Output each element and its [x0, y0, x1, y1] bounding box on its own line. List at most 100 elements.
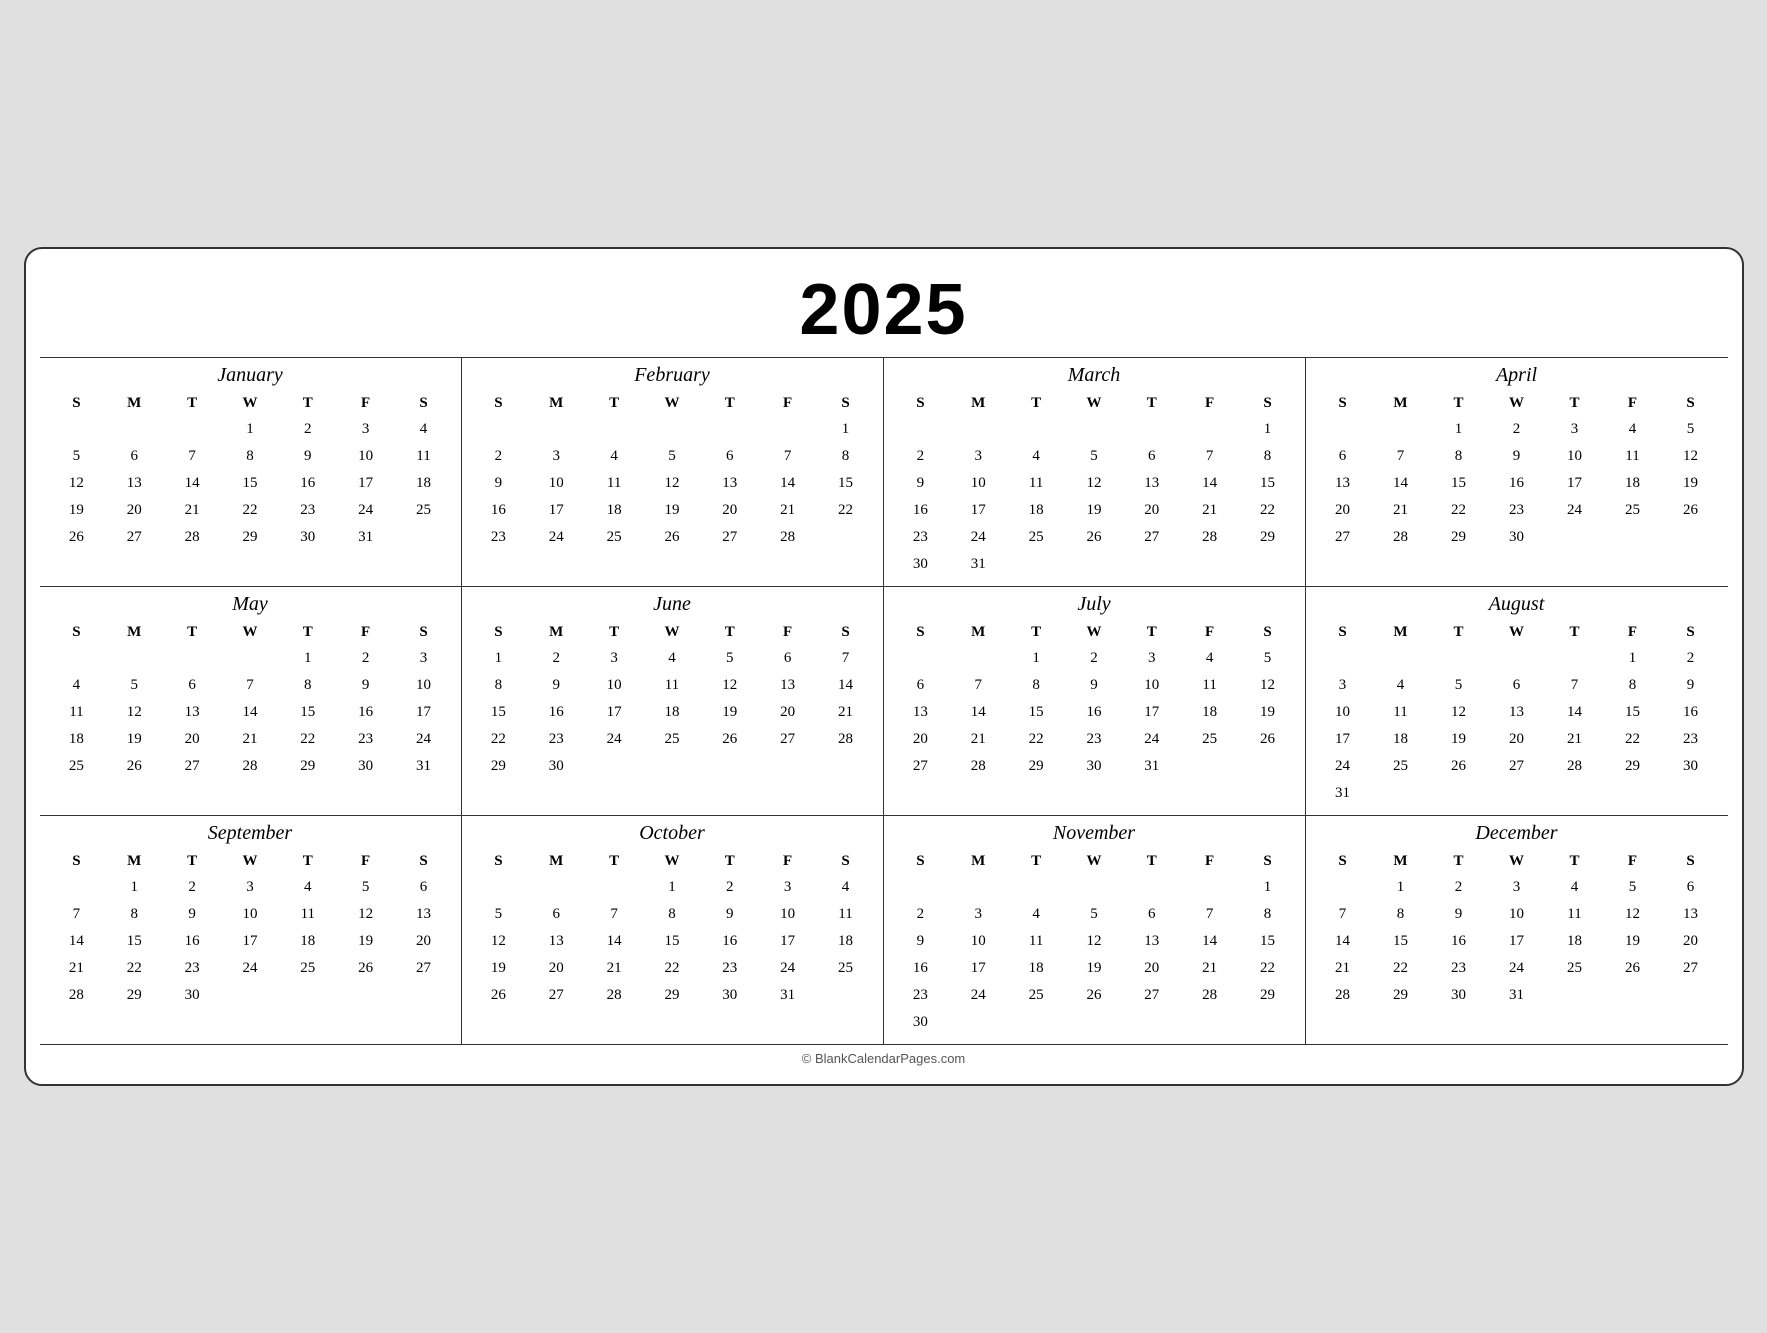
day-cell: 24 — [585, 726, 643, 753]
day-header: T — [1007, 620, 1065, 645]
day-cell: 7 — [1181, 443, 1239, 470]
day-cell: 4 — [817, 874, 875, 901]
day-cell: 8 — [1007, 672, 1065, 699]
week-row: 6789101112 — [1314, 443, 1720, 470]
day-cell: 27 — [759, 726, 817, 753]
day-header: S — [1239, 620, 1297, 645]
day-cell: 6 — [105, 443, 163, 470]
day-cell: 25 — [1181, 726, 1239, 753]
day-cell: 14 — [163, 470, 221, 497]
day-cell: 22 — [105, 955, 163, 982]
day-cell: 12 — [1662, 443, 1720, 470]
month-cell-april: AprilSMTWTFS1234567891011121314151617181… — [1306, 358, 1728, 587]
day-cell: 19 — [470, 955, 528, 982]
day-cell: 28 — [163, 524, 221, 551]
day-cell: 16 — [1488, 470, 1546, 497]
day-cell: 17 — [527, 497, 585, 524]
week-row: 2345678 — [470, 443, 875, 470]
day-cell: 12 — [1430, 699, 1488, 726]
day-cell: 30 — [1662, 753, 1720, 780]
day-cell: 26 — [337, 955, 395, 982]
day-cell: 24 — [1123, 726, 1181, 753]
day-header: T — [1007, 391, 1065, 416]
day-cell: 17 — [949, 955, 1007, 982]
day-cell: 28 — [1546, 753, 1604, 780]
day-cell: 28 — [817, 726, 875, 753]
day-cell: 20 — [1488, 726, 1546, 753]
week-row: 13141516171819 — [1314, 470, 1720, 497]
week-row: 25262728293031 — [48, 753, 453, 780]
day-header: S — [48, 391, 106, 416]
day-cell: 30 — [892, 1009, 950, 1036]
week-row: 232425262728 — [470, 524, 875, 551]
day-cell: 3 — [395, 645, 453, 672]
day-cell — [1546, 524, 1604, 551]
day-cell — [1239, 1009, 1297, 1036]
day-cell: 8 — [1239, 901, 1297, 928]
day-cell: 29 — [1372, 982, 1430, 1009]
day-cell: 23 — [701, 955, 759, 982]
day-header: S — [1314, 849, 1372, 874]
week-row: 1 — [470, 416, 875, 443]
day-header: S — [892, 391, 950, 416]
day-cell: 3 — [585, 645, 643, 672]
week-row: 23242526272829 — [892, 524, 1297, 551]
day-cell: 20 — [1314, 497, 1372, 524]
day-cell: 10 — [527, 470, 585, 497]
week-row: 17181920212223 — [1314, 726, 1720, 753]
day-cell: 31 — [949, 551, 1007, 578]
day-cell: 27 — [701, 524, 759, 551]
day-cell — [892, 645, 950, 672]
month-cell-september: SeptemberSMTWTFS123456789101112131415161… — [40, 816, 462, 1045]
day-header: W — [221, 849, 279, 874]
day-cell: 18 — [1007, 497, 1065, 524]
day-cell — [1239, 753, 1297, 780]
day-cell: 8 — [221, 443, 279, 470]
day-cell — [585, 753, 643, 780]
day-cell: 15 — [1604, 699, 1662, 726]
day-header: F — [759, 620, 817, 645]
day-header: F — [759, 391, 817, 416]
day-cell: 20 — [1662, 928, 1720, 955]
day-cell: 22 — [1239, 497, 1297, 524]
day-cell: 21 — [759, 497, 817, 524]
day-cell: 7 — [1372, 443, 1430, 470]
calendar-container: 2025 JanuarySMTWTFS123456789101112131415… — [24, 247, 1744, 1086]
day-cell: 13 — [1488, 699, 1546, 726]
day-cell: 5 — [337, 874, 395, 901]
month-cell-november: NovemberSMTWTFS1234567891011121314151617… — [884, 816, 1306, 1045]
day-cell — [1181, 874, 1239, 901]
day-cell: 18 — [817, 928, 875, 955]
day-cell — [1604, 780, 1662, 807]
day-header: S — [892, 849, 950, 874]
week-row: 21222324252627 — [48, 955, 453, 982]
day-cell: 11 — [1007, 928, 1065, 955]
day-cell: 14 — [585, 928, 643, 955]
month-name: December — [1314, 822, 1720, 849]
day-header: W — [643, 620, 701, 645]
day-header: T — [701, 620, 759, 645]
day-cell: 21 — [1372, 497, 1430, 524]
day-header: S — [892, 620, 950, 645]
day-header: F — [1181, 849, 1239, 874]
week-row: 24252627282930 — [1314, 753, 1720, 780]
day-cell — [1181, 551, 1239, 578]
day-cell: 13 — [527, 928, 585, 955]
week-row: 6789101112 — [892, 672, 1297, 699]
day-cell: 26 — [470, 982, 528, 1009]
day-cell: 8 — [1604, 672, 1662, 699]
day-cell: 7 — [759, 443, 817, 470]
day-cell: 23 — [337, 726, 395, 753]
day-cell: 2 — [163, 874, 221, 901]
day-cell: 23 — [1065, 726, 1123, 753]
month-name: October — [470, 822, 875, 849]
day-cell: 10 — [395, 672, 453, 699]
day-cell: 27 — [1314, 524, 1372, 551]
day-cell — [1430, 645, 1488, 672]
day-header: T — [279, 849, 337, 874]
day-cell: 30 — [279, 524, 337, 551]
day-cell — [1239, 551, 1297, 578]
day-header: S — [1239, 391, 1297, 416]
week-row: 2345678 — [892, 443, 1297, 470]
day-header: S — [395, 620, 453, 645]
